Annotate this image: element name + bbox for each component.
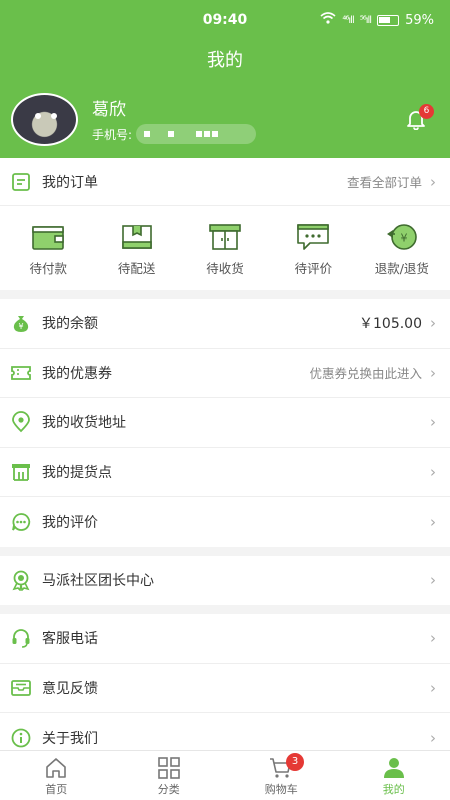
tab-label: 购物车 bbox=[264, 783, 298, 796]
notification-badge: 6 bbox=[419, 104, 434, 119]
tab-label: 首页 bbox=[45, 783, 68, 796]
main-content: 我的订单 查看全部订单 › 待付款 待配送 待收货 待评价 ¥ 退款/退货 ¥ … bbox=[0, 158, 450, 763]
cart-count-badge: 3 bbox=[286, 753, 304, 771]
order-label: 待评价 bbox=[294, 261, 333, 276]
chevron-right-icon: › bbox=[430, 571, 436, 590]
account-menu-card: ¥ 我的余额 ￥105.00 › 我的优惠券 优惠券兑换由此进入 › 我的收货地… bbox=[0, 299, 450, 547]
chevron-right-icon: › bbox=[430, 363, 436, 382]
medal-icon bbox=[10, 569, 32, 592]
orders-card: 我的订单 查看全部订单 › 待付款 待配送 待收货 待评价 ¥ 退款/退货 bbox=[0, 158, 450, 290]
support-menu-card: 客服电话 › 意见反馈 › 关于我们 › bbox=[0, 614, 450, 763]
chevron-right-icon: › bbox=[430, 512, 436, 531]
signal-icon-2: ⁵⁶ıll bbox=[359, 14, 372, 26]
coupon-hint: 优惠券兑换由此进入 bbox=[309, 366, 422, 382]
order-pending-delivery[interactable]: 待配送 bbox=[92, 206, 180, 290]
tab-category[interactable]: 分类 bbox=[113, 751, 226, 800]
menu-item-coupons[interactable]: 我的优惠券 优惠券兑换由此进入 › bbox=[0, 349, 450, 398]
menu-item-customer-service[interactable]: 客服电话 › bbox=[0, 614, 450, 664]
balance-amount: ￥105.00 bbox=[359, 316, 422, 333]
tab-label: 我的 bbox=[382, 783, 405, 796]
chevron-right-icon: › bbox=[430, 462, 436, 481]
profile-header: 09:40 ⁴⁶ıll ⁵⁶ıll 59% 我的 葛欣 手机号: 6 bbox=[0, 0, 450, 158]
chevron-right-icon: › bbox=[430, 728, 436, 747]
user-name: 葛欣 bbox=[92, 100, 126, 120]
coupon-icon bbox=[10, 362, 32, 384]
order-label: 退款/退货 bbox=[374, 261, 429, 276]
menu-item-label: 马派社区团长中心 bbox=[42, 573, 154, 590]
orders-header-row[interactable]: 我的订单 查看全部订单 › bbox=[0, 158, 450, 206]
status-icons: ⁴⁶ıll ⁵⁶ıll 59% bbox=[320, 12, 434, 28]
order-refund[interactable]: ¥ 退款/退货 bbox=[358, 206, 446, 290]
page-title: 我的 bbox=[207, 50, 243, 71]
bottom-tab-bar: 首页 分类 购物车 3 我的 bbox=[0, 750, 450, 800]
status-bar: 09:40 ⁴⁶ıll ⁵⁶ıll 59% bbox=[0, 12, 450, 32]
orders-title: 我的订单 bbox=[42, 174, 98, 191]
chevron-right-icon: › bbox=[430, 413, 436, 432]
menu-item-label: 客服电话 bbox=[42, 631, 98, 648]
svg-text:¥: ¥ bbox=[18, 322, 23, 331]
chevron-right-icon: › bbox=[430, 314, 436, 333]
comment-icon bbox=[297, 224, 330, 250]
feedback-icon bbox=[10, 677, 32, 699]
chevron-right-icon: › bbox=[430, 678, 436, 697]
menu-item-label: 我的余额 bbox=[42, 316, 98, 333]
order-list-icon bbox=[10, 171, 32, 193]
order-pending-review[interactable]: 待评价 bbox=[269, 206, 357, 290]
tab-cart[interactable]: 购物车 3 bbox=[225, 751, 338, 800]
menu-item-address[interactable]: 我的收货地址 › bbox=[0, 398, 450, 448]
menu-item-reviews[interactable]: 我的评价 › bbox=[0, 497, 450, 547]
community-card: 马派社区团长中心 › bbox=[0, 555, 450, 606]
menu-item-feedback[interactable]: 意见反馈 › bbox=[0, 664, 450, 713]
menu-item-label: 我的提货点 bbox=[42, 464, 112, 481]
battery-icon bbox=[377, 14, 400, 26]
chevron-right-icon: › bbox=[430, 172, 436, 191]
order-pending-receipt[interactable]: 待收货 bbox=[181, 206, 269, 290]
wallet-icon bbox=[32, 226, 65, 250]
package-icon bbox=[121, 225, 152, 249]
order-status-bar: 待付款 待配送 待收货 待评价 ¥ 退款/退货 bbox=[0, 206, 450, 290]
avatar[interactable] bbox=[11, 93, 78, 146]
view-all-orders-link[interactable]: 查看全部订单 bbox=[347, 172, 422, 191]
section-divider bbox=[0, 605, 450, 614]
menu-item-label: 关于我们 bbox=[42, 730, 98, 747]
location-icon bbox=[10, 411, 32, 433]
chevron-right-icon: › bbox=[430, 629, 436, 648]
cabinet-icon bbox=[209, 224, 241, 250]
user-icon bbox=[383, 758, 404, 778]
menu-item-label: 意见反馈 bbox=[42, 680, 98, 697]
menu-item-pickup-point[interactable]: 我的提货点 › bbox=[0, 448, 450, 497]
menu-item-balance[interactable]: ¥ 我的余额 ￥105.00 › bbox=[0, 299, 450, 349]
battery-percent: 59% bbox=[405, 12, 434, 28]
order-label: 待收货 bbox=[206, 261, 244, 276]
section-divider bbox=[0, 547, 450, 556]
refund-icon: ¥ bbox=[386, 224, 417, 250]
menu-item-community-leader[interactable]: 马派社区团长中心 › bbox=[0, 556, 450, 606]
headset-icon bbox=[10, 627, 32, 649]
tab-label: 分类 bbox=[157, 783, 180, 796]
menu-item-label: 我的优惠券 bbox=[42, 365, 112, 382]
order-label: 待付款 bbox=[29, 261, 67, 276]
phone-number-masked bbox=[136, 124, 257, 144]
home-icon bbox=[46, 758, 67, 778]
section-divider bbox=[0, 290, 450, 299]
phone-label: 手机号: bbox=[92, 127, 133, 142]
signal-icon-1: ⁴⁶ıll bbox=[342, 14, 354, 26]
tab-home[interactable]: 首页 bbox=[0, 751, 113, 800]
menu-item-label: 我的评价 bbox=[42, 514, 98, 531]
order-pending-payment[interactable]: 待付款 bbox=[4, 206, 92, 290]
order-label: 待配送 bbox=[117, 261, 156, 276]
chat-icon bbox=[10, 511, 32, 533]
money-bag-icon: ¥ bbox=[10, 312, 32, 334]
store-icon bbox=[10, 461, 32, 483]
phone-row: 手机号: bbox=[92, 124, 257, 144]
svg-text:¥: ¥ bbox=[400, 232, 407, 245]
info-icon bbox=[10, 727, 32, 749]
menu-item-label: 我的收货地址 bbox=[42, 415, 126, 432]
wifi-icon bbox=[320, 12, 336, 28]
grid-icon bbox=[157, 757, 180, 779]
tab-mine[interactable]: 我的 bbox=[338, 751, 450, 800]
